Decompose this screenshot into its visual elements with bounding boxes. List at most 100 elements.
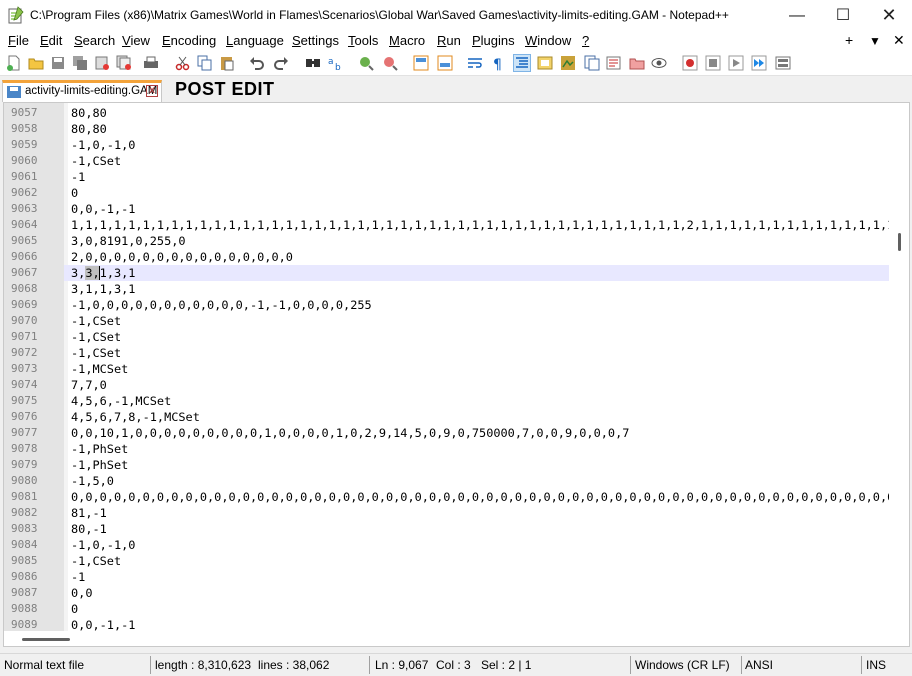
editor-line[interactable]: 9081 0,0,0,0,0,0,0,0,0,0,0,0,0,0,0,0,0,0,…: [4, 489, 889, 505]
line-text[interactable]: -1,CSet: [71, 153, 121, 169]
editor-line[interactable]: 9080 -1,5,0: [4, 473, 889, 489]
editor-line[interactable]: 9077 0,0,10,1,0,0,0,0,0,0,0,0,0,1,0,0,0,0…: [4, 425, 889, 441]
line-text[interactable]: -1,0,-1,0: [71, 137, 135, 153]
save-all-icon[interactable]: [72, 55, 88, 71]
udl-icon[interactable]: [537, 55, 553, 71]
menu-encoding[interactable]: Encoding: [162, 33, 216, 48]
stop-record-icon[interactable]: [705, 55, 721, 71]
line-text[interactable]: 3,3,1,3,1: [71, 265, 136, 281]
editor-line[interactable]: 9082 81,-1: [4, 505, 889, 521]
new-tab-plus-button[interactable]: +: [845, 32, 853, 48]
replace-icon[interactable]: ab: [328, 55, 344, 71]
redo-icon[interactable]: [273, 55, 289, 71]
zoom-out-icon[interactable]: [382, 55, 398, 71]
save-icon[interactable]: [50, 55, 66, 71]
close-icon[interactable]: [94, 55, 110, 71]
paste-icon[interactable]: [219, 55, 235, 71]
editor-line[interactable]: 9078 -1,PhSet: [4, 441, 889, 457]
menu-run[interactable]: Run: [437, 33, 461, 48]
editor-line[interactable]: 9085 -1,CSet: [4, 553, 889, 569]
monitoring-icon[interactable]: [651, 55, 667, 71]
record-macro-icon[interactable]: [682, 55, 698, 71]
line-text[interactable]: 0: [71, 601, 78, 617]
editor-line[interactable]: 9057 80,80: [4, 105, 889, 121]
line-text[interactable]: 3,0,8191,0,255,0: [71, 233, 186, 249]
editor-line[interactable]: 9068 3,1,1,3,1: [4, 281, 889, 297]
open-file-icon[interactable]: [28, 55, 44, 71]
sync-vertical-icon[interactable]: [413, 55, 429, 71]
status-eol-format[interactable]: Windows (CR LF): [635, 658, 730, 672]
indent-guide-icon[interactable]: [513, 54, 531, 72]
line-text[interactable]: 0,0,0,0,0,0,0,0,0,0,0,0,0,0,0,0,0,0,0,0,…: [71, 489, 889, 505]
copy-icon[interactable]: [197, 55, 213, 71]
play-macro-icon[interactable]: [728, 55, 744, 71]
line-text[interactable]: -1,CSet: [71, 313, 121, 329]
text-editor[interactable]: 9057 80,80 9058 80,80 9059 -1,0,-1,0 9060 -1,CS…: [3, 102, 910, 647]
tab-activity-limits-editing[interactable]: activity-limits-editing.GAM x: [2, 80, 162, 102]
editor-line[interactable]: 9059 -1,0,-1,0: [4, 137, 889, 153]
editor-line[interactable]: 9072 -1,CSet: [4, 345, 889, 361]
menu-macro[interactable]: Macro: [389, 33, 425, 48]
tab-list-dropdown-button[interactable]: ▼: [869, 34, 881, 48]
close-document-button[interactable]: ✕: [893, 32, 905, 49]
editor-line[interactable]: 9060 -1,CSet: [4, 153, 889, 169]
vertical-scroll-thumb[interactable]: [898, 233, 901, 251]
editor-line[interactable]: 9064 1,1,1,1,1,1,1,1,1,1,1,1,1,1,1,1,1,1,…: [4, 217, 889, 233]
print-icon[interactable]: [143, 55, 159, 71]
editor-line[interactable]: 9061 -1: [4, 169, 889, 185]
line-text[interactable]: -1,PhSet: [71, 441, 128, 457]
editor-line[interactable]: 9069 -1,0,0,0,0,0,0,0,0,0,0,0,-1,-1,0,0,0…: [4, 297, 889, 313]
line-text[interactable]: 1,1,1,1,1,1,1,1,1,1,1,1,1,1,1,1,1,1,1,1,…: [71, 217, 889, 233]
minimize-button[interactable]: —: [774, 0, 820, 31]
editor-line[interactable]: 9058 80,80: [4, 121, 889, 137]
menu-file[interactable]: File: [8, 33, 29, 48]
line-text[interactable]: 80,80: [71, 105, 107, 121]
menu-view[interactable]: View: [122, 33, 150, 48]
line-text[interactable]: 7,7,0: [71, 377, 107, 393]
line-text[interactable]: -1,0,0,0,0,0,0,0,0,0,0,0,-1,-1,0,0,0,0,2…: [71, 297, 372, 313]
editor-line[interactable]: 9079 -1,PhSet: [4, 457, 889, 473]
line-text[interactable]: -1,CSet: [71, 345, 121, 361]
horizontal-scrollbar[interactable]: [4, 631, 890, 646]
maximize-button[interactable]: ☐: [820, 0, 866, 31]
line-text[interactable]: -1,5,0: [71, 473, 114, 489]
line-text[interactable]: 0,0,10,1,0,0,0,0,0,0,0,0,0,1,0,0,0,0,1,0…: [71, 425, 629, 441]
save-macro-icon[interactable]: [775, 55, 791, 71]
doc-list-icon[interactable]: [629, 55, 645, 71]
status-encoding[interactable]: ANSI: [745, 658, 773, 672]
show-all-chars-icon[interactable]: ¶: [490, 55, 506, 71]
line-text[interactable]: -1,MCSet: [71, 361, 128, 377]
editor-line[interactable]: 9083 80,-1: [4, 521, 889, 537]
menu-tools[interactable]: Tools: [348, 33, 378, 48]
close-all-icon[interactable]: [116, 55, 132, 71]
run-macro-multiple-icon[interactable]: [751, 55, 767, 71]
horizontal-scroll-thumb[interactable]: [22, 638, 70, 641]
editor-line[interactable]: 9087 0,0: [4, 585, 889, 601]
editor-line[interactable]: 9065 3,0,8191,0,255,0: [4, 233, 889, 249]
line-text[interactable]: 3,1,1,3,1: [71, 281, 135, 297]
line-text[interactable]: 0,0,-1,-1: [71, 201, 135, 217]
zoom-in-icon[interactable]: [358, 55, 374, 71]
line-text[interactable]: -1: [71, 169, 85, 185]
menu-settings[interactable]: Settings: [292, 33, 339, 48]
line-text[interactable]: 80,80: [71, 121, 107, 137]
vertical-scrollbar[interactable]: [890, 103, 909, 631]
line-text[interactable]: 80,-1: [71, 521, 107, 537]
editor-line[interactable]: 9073 -1,MCSet: [4, 361, 889, 377]
editor-line[interactable]: 9067 3,3,1,3,1: [4, 265, 889, 281]
editor-line[interactable]: 9070 -1,CSet: [4, 313, 889, 329]
editor-line[interactable]: 9086 -1: [4, 569, 889, 585]
menu-language[interactable]: Language: [226, 33, 284, 48]
line-text[interactable]: -1,CSet: [71, 553, 121, 569]
menu-help[interactable]: ?: [582, 33, 589, 48]
line-text[interactable]: -1,0,-1,0: [71, 537, 135, 553]
editor-line[interactable]: 9084 -1,0,-1,0: [4, 537, 889, 553]
find-icon[interactable]: [305, 55, 321, 71]
editor-line[interactable]: 9066 2,0,0,0,0,0,0,0,0,0,0,0,0,0,0,0: [4, 249, 889, 265]
menu-window[interactable]: Window: [525, 33, 571, 48]
close-window-button[interactable]: ✕: [866, 0, 912, 31]
line-text[interactable]: 0: [71, 185, 78, 201]
sync-horizontal-icon[interactable]: [437, 55, 453, 71]
editor-line[interactable]: 9088 0: [4, 601, 889, 617]
editor-line[interactable]: 9062 0: [4, 185, 889, 201]
